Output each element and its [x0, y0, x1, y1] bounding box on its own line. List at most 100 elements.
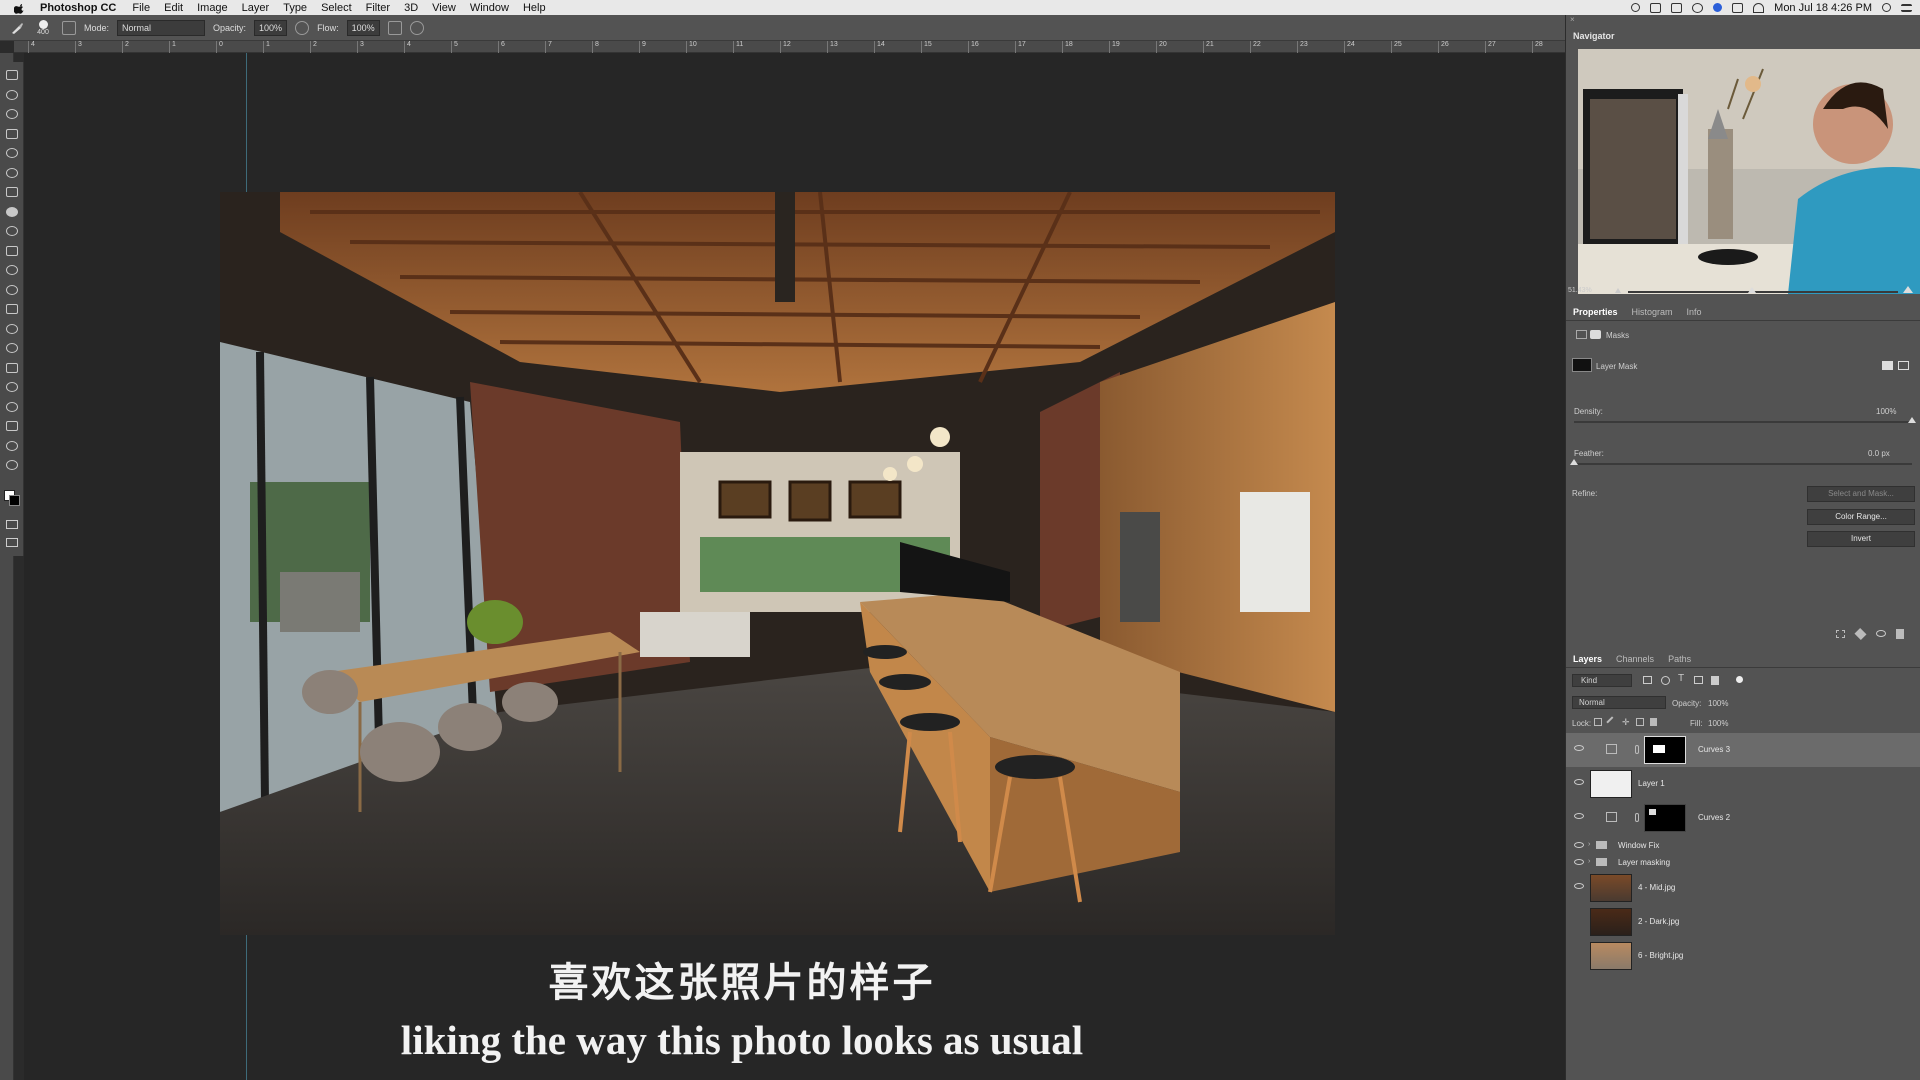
menu-file[interactable]: File — [132, 2, 150, 14]
layer-filter-select[interactable]: Kind — [1572, 674, 1632, 687]
lock-pixels-icon[interactable] — [1606, 716, 1618, 728]
menu-image[interactable]: Image — [197, 2, 228, 14]
adjustment-icon[interactable] — [1576, 330, 1587, 339]
layer-row-layer-1[interactable]: Layer 1 — [1566, 767, 1920, 801]
visibility-icon[interactable] — [1876, 630, 1886, 637]
feather-slider-knob[interactable] — [1570, 459, 1578, 465]
eye-icon[interactable] — [1574, 842, 1584, 848]
airplay-icon[interactable] — [1732, 2, 1744, 13]
layer-group-layer-masking[interactable]: › Layer masking — [1566, 854, 1920, 871]
brush-tool-icon[interactable] — [10, 21, 24, 35]
blue-dot-icon[interactable] — [1713, 3, 1723, 12]
eye-icon[interactable] — [1574, 745, 1584, 751]
brush-preset-picker[interactable]: 400 — [32, 19, 54, 36]
color-range-button[interactable]: Color Range... — [1807, 509, 1915, 525]
screen-mode-icon[interactable] — [6, 538, 18, 547]
density-value[interactable]: 100% — [1876, 407, 1896, 416]
type-tool-icon[interactable] — [6, 362, 18, 373]
screen-icon[interactable] — [1671, 2, 1683, 13]
apply-mask-icon[interactable] — [1854, 627, 1867, 641]
lock-all-icon[interactable] — [1650, 718, 1657, 726]
shape-tool-icon[interactable] — [6, 401, 18, 412]
filter-toggle-icon[interactable] — [1736, 676, 1743, 683]
mode-select[interactable]: Normal — [117, 19, 206, 36]
filter-type-icon[interactable]: T — [1678, 673, 1684, 684]
fill-value[interactable]: 100% — [1708, 719, 1728, 728]
layer-name[interactable]: Layer 1 — [1638, 779, 1665, 788]
tab-properties[interactable]: Properties — [1573, 307, 1618, 317]
opacity-field[interactable]: 100% — [254, 19, 288, 36]
mask-thumb[interactable] — [1644, 736, 1686, 764]
eye-icon[interactable] — [1574, 883, 1584, 889]
eraser-tool-icon[interactable] — [6, 265, 18, 275]
layer-mask-thumb[interactable] — [1572, 358, 1592, 372]
layer-row-dark[interactable]: 2 - Dark.jpg — [1566, 905, 1920, 939]
eye-icon[interactable] — [1574, 813, 1584, 819]
load-selection-icon[interactable] — [1836, 630, 1845, 638]
brush-tool-icon[interactable] — [6, 206, 18, 217]
history-brush-tool-icon[interactable] — [6, 245, 18, 256]
navigator-title[interactable]: Navigator — [1573, 31, 1615, 41]
layer-name[interactable]: 2 - Dark.jpg — [1638, 917, 1679, 926]
link-icon[interactable] — [1635, 745, 1639, 754]
tab-channels[interactable]: Channels — [1616, 654, 1654, 664]
spotlight-icon[interactable] — [1882, 3, 1891, 12]
menu-3d[interactable]: 3D — [404, 2, 418, 14]
gradient-tool-icon[interactable] — [6, 284, 18, 295]
layer-name[interactable]: Curves 2 — [1698, 813, 1730, 822]
layer-name[interactable]: Window Fix — [1618, 841, 1659, 850]
filter-smart-icon[interactable] — [1711, 676, 1719, 685]
pressure-size-icon[interactable] — [409, 20, 424, 35]
move-tool-icon[interactable] — [6, 70, 18, 80]
expand-arrow-icon[interactable]: › — [1588, 841, 1590, 848]
feather-slider[interactable] — [1570, 459, 1912, 465]
delete-mask-icon[interactable] — [1896, 629, 1904, 639]
masks-icon[interactable] — [1590, 330, 1601, 339]
background-color-swatch[interactable] — [9, 495, 20, 506]
layer-row-curves-3[interactable]: Curves 3 — [1566, 733, 1920, 767]
more-tools-icon[interactable] — [6, 460, 18, 470]
record-icon[interactable] — [1631, 3, 1641, 12]
quick-select-tool-icon[interactable] — [6, 128, 18, 139]
filter-pixel-icon[interactable] — [1643, 676, 1652, 684]
zoom-slider[interactable] — [1628, 287, 1898, 293]
density-slider-knob[interactable] — [1908, 417, 1916, 423]
zoom-tool-icon[interactable] — [6, 440, 18, 451]
path-select-tool-icon[interactable] — [6, 382, 18, 392]
dodge-tool-icon[interactable] — [6, 323, 18, 334]
zoom-slider-knob[interactable] — [1748, 287, 1756, 293]
pen-tool-icon[interactable] — [6, 343, 18, 353]
layer-opacity-value[interactable]: 100% — [1708, 699, 1728, 708]
lasso-tool-icon[interactable] — [6, 109, 18, 119]
panel-close-icon[interactable]: × — [1570, 16, 1576, 24]
mask-thumb[interactable] — [1644, 804, 1686, 832]
tab-info[interactable]: Info — [1687, 307, 1702, 317]
menu-help[interactable]: Help — [523, 2, 546, 14]
tab-layers[interactable]: Layers — [1573, 654, 1602, 664]
healing-tool-icon[interactable] — [6, 187, 18, 197]
notification-icon[interactable] — [1901, 3, 1912, 12]
density-slider[interactable] — [1574, 417, 1916, 423]
dropbox-icon[interactable] — [1650, 2, 1662, 13]
layer-name[interactable]: 4 - Mid.jpg — [1638, 883, 1675, 892]
brush-panel-icon[interactable] — [62, 20, 76, 35]
menu-layer[interactable]: Layer — [242, 2, 270, 14]
eye-icon[interactable] — [1574, 859, 1584, 865]
expand-arrow-icon[interactable]: › — [1588, 858, 1590, 865]
navigator-zoom[interactable]: 51.43% — [1568, 287, 1592, 294]
hand-tool-icon[interactable] — [6, 421, 18, 431]
apple-icon[interactable] — [14, 2, 26, 14]
layer-row-bright[interactable]: 6 - Bright.jpg — [1566, 939, 1920, 973]
tab-histogram[interactable]: Histogram — [1632, 307, 1673, 317]
lock-position-icon[interactable]: ✛ — [1622, 717, 1630, 728]
layer-name[interactable]: Layer masking — [1618, 858, 1670, 867]
layer-name[interactable]: Curves 3 — [1698, 745, 1730, 754]
stamp-tool-icon[interactable] — [6, 226, 18, 236]
pixel-mask-icon[interactable] — [1882, 361, 1893, 370]
filter-adjust-icon[interactable] — [1661, 676, 1670, 685]
menu-type[interactable]: Type — [283, 2, 307, 14]
navigator-preview[interactable] — [1578, 49, 1920, 294]
zoom-in-icon[interactable] — [1903, 286, 1913, 293]
vector-mask-icon[interactable] — [1898, 361, 1909, 370]
link-icon[interactable] — [1635, 813, 1639, 822]
